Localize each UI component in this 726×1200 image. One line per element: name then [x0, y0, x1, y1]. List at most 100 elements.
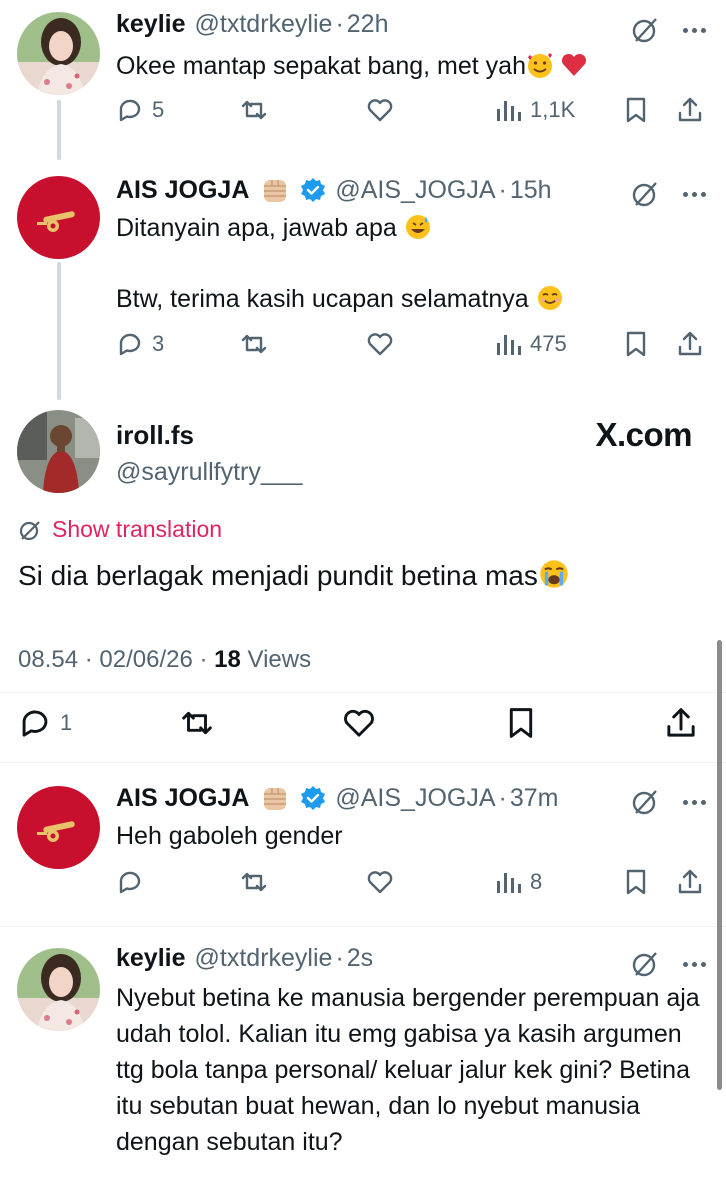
retweet-button[interactable] — [240, 868, 268, 896]
retweet-button[interactable] — [240, 330, 268, 358]
grok-icon[interactable] — [631, 180, 659, 208]
share-button[interactable] — [676, 868, 704, 896]
xcom-watermark: X.com — [595, 416, 692, 453]
bookmark-button[interactable] — [622, 330, 650, 358]
focused-actions: 1 — [18, 704, 706, 744]
avatar-keylie[interactable] — [17, 948, 100, 1031]
retweet-icon — [241, 100, 267, 120]
tweet-actions: 5 1,1K — [116, 96, 706, 130]
translate-icon — [19, 520, 40, 540]
reply-icon — [119, 871, 141, 894]
views-button[interactable]: 475 — [494, 330, 567, 358]
author-name[interactable]: iroll.fs — [116, 420, 194, 451]
smiling-emoji — [537, 286, 562, 310]
reply-button[interactable]: 1 — [18, 706, 72, 740]
author-handle[interactable]: @AIS_JOGJA — [335, 176, 495, 205]
verified-icon — [301, 786, 326, 810]
bookmark-icon — [626, 331, 646, 357]
grok-icon[interactable] — [631, 16, 659, 44]
share-button[interactable] — [676, 330, 704, 358]
tweet-text: Si dia berlagak menjadi pundit betina ma… — [18, 556, 570, 596]
reply-icon — [22, 710, 48, 737]
tweet-timestamp[interactable]: 08.54 · 02/06/26 · — [18, 646, 207, 673]
avatar-iroll[interactable] — [17, 410, 100, 493]
share-button[interactable] — [676, 96, 704, 124]
tweet-time[interactable]: 22h — [347, 10, 389, 39]
avatar-ais-jogja[interactable] — [17, 176, 100, 259]
tweet-header-icons — [631, 16, 706, 44]
author-name[interactable]: keylie — [116, 10, 186, 39]
share-icon — [667, 708, 695, 737]
scrollbar[interactable] — [717, 640, 722, 1090]
views-count: 18 — [214, 646, 241, 673]
divider — [0, 926, 726, 927]
reply-button[interactable] — [116, 868, 144, 896]
bookmark-button[interactable] — [622, 868, 650, 896]
tweet-header: AIS JOGJA @AIS_JOGJA · 15h — [116, 174, 552, 206]
reply-icon — [119, 99, 141, 122]
share-button[interactable] — [664, 706, 698, 740]
tweet-header-icons — [631, 788, 706, 816]
author-handle[interactable]: @AIS_JOGJA — [335, 784, 495, 813]
show-translation-link[interactable]: Show translation — [18, 516, 222, 543]
like-button[interactable] — [366, 330, 394, 358]
author-handle[interactable]: @sayrullfytry___ — [116, 458, 303, 487]
tweet-time[interactable]: 15h — [510, 176, 552, 205]
like-button[interactable] — [342, 706, 376, 740]
retweet-icon — [182, 711, 212, 735]
tweet-header-icons — [631, 950, 706, 978]
author-name[interactable]: AIS JOGJA — [116, 176, 249, 205]
retweet-button[interactable] — [240, 96, 268, 124]
bookmark-icon — [509, 708, 533, 738]
tweet-text: Ditanyain apa, jawab apa — [116, 210, 706, 246]
thread-line — [57, 100, 61, 160]
tweet-time[interactable]: 37m — [510, 784, 559, 813]
tweet-actions: 8 — [116, 868, 706, 902]
bookmark-button[interactable] — [622, 96, 650, 124]
thread-line — [57, 262, 61, 400]
author-name[interactable]: AIS JOGJA — [116, 784, 249, 813]
views-icon — [497, 873, 521, 893]
like-icon — [367, 333, 393, 356]
like-icon — [367, 871, 393, 894]
reply-button[interactable]: 5 — [116, 96, 164, 124]
tweet-header: keylie @txtdrkeylie · 22h — [116, 10, 389, 39]
views-icon — [497, 335, 521, 355]
tweet-header: AIS JOGJA @AIS_JOGJA · 37m — [116, 782, 559, 814]
tweet-time[interactable]: 2s — [347, 944, 373, 973]
views-button[interactable]: 8 — [494, 868, 542, 896]
more-icon[interactable] — [683, 191, 706, 197]
tweet-header-icons — [631, 180, 706, 208]
views-button[interactable]: 1,1K — [494, 96, 575, 124]
like-button[interactable] — [366, 96, 394, 124]
avatar-ais-jogja[interactable] — [17, 786, 100, 869]
divider — [0, 762, 726, 763]
retweet-icon — [241, 872, 267, 892]
tweet-text: Okee mantap sepakat bang, met yah — [116, 48, 706, 84]
author-handle[interactable]: @txtdrkeylie — [195, 10, 333, 39]
divider — [0, 692, 726, 693]
tweet-meta: 08.54 · 02/06/26 · 18 Views — [18, 646, 311, 674]
bookmark-icon — [626, 869, 646, 895]
bookmark-icon — [626, 97, 646, 123]
grok-icon[interactable] — [631, 788, 659, 816]
like-button[interactable] — [366, 868, 394, 896]
grok-icon[interactable] — [631, 950, 659, 978]
tweet-header: keylie @txtdrkeylie · 2s — [116, 944, 374, 973]
avatar-keylie[interactable] — [17, 12, 100, 95]
views-icon — [497, 101, 521, 121]
more-icon[interactable] — [683, 27, 706, 33]
retweet-icon — [241, 334, 267, 354]
more-icon[interactable] — [683, 799, 706, 805]
like-icon — [344, 709, 374, 737]
reply-button[interactable]: 3 — [116, 330, 164, 358]
author-handle[interactable]: @txtdrkeylie — [195, 944, 333, 973]
author-name[interactable]: keylie — [116, 944, 186, 973]
more-icon[interactable] — [683, 961, 706, 967]
smiling-hearts-emoji — [527, 53, 552, 78]
red-heart-emoji — [561, 53, 587, 76]
share-icon — [678, 869, 702, 894]
bookmark-button[interactable] — [504, 706, 538, 740]
retweet-button[interactable] — [180, 706, 214, 740]
tweet-text: Nyebut betina ke manusia bergender perem… — [116, 984, 700, 1156]
